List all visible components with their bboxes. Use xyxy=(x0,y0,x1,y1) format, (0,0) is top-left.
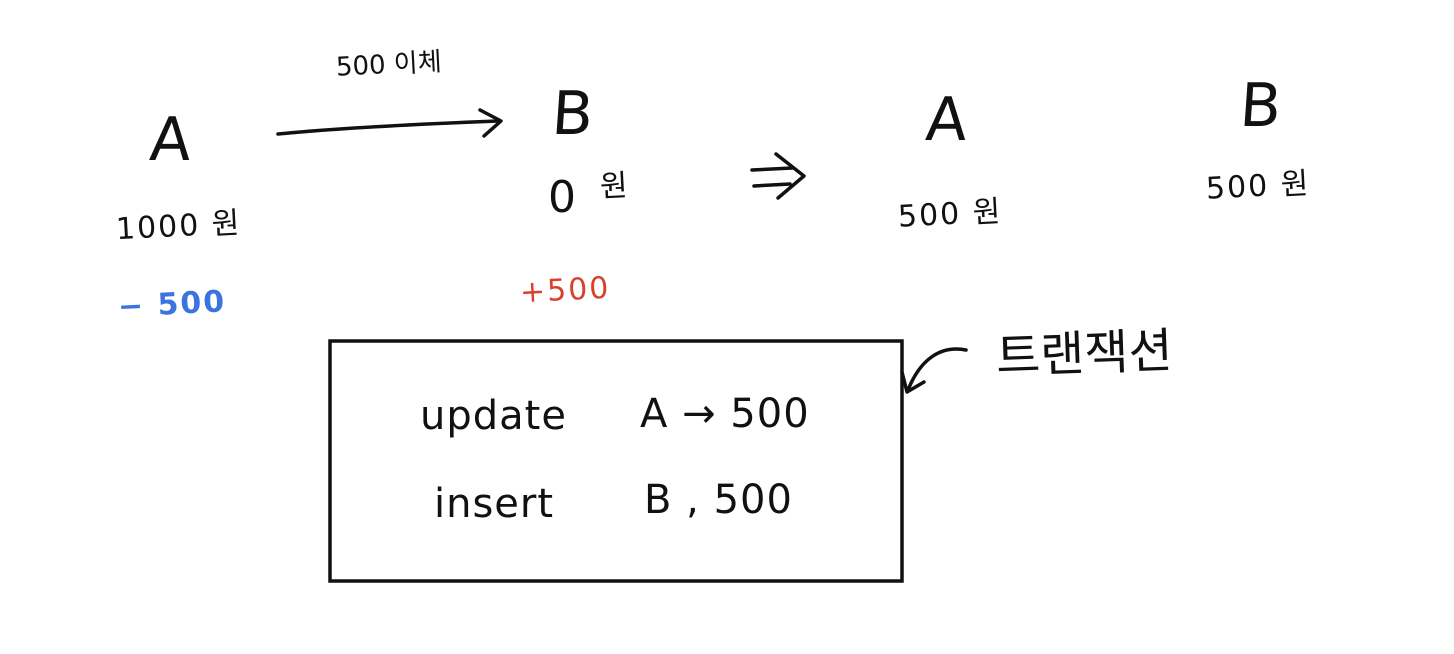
implies-arrow-head xyxy=(774,152,806,200)
transaction-pointer-arrow xyxy=(906,347,968,392)
implies-arrow-bottom xyxy=(752,182,792,188)
transfer-arrow xyxy=(276,119,500,136)
transaction-box xyxy=(328,339,904,583)
transaction-line2-target: B , 500 xyxy=(644,477,793,523)
transaction-line1-command: update xyxy=(420,393,567,439)
node-b-before-amount-unit: 원 xyxy=(599,168,631,205)
node-a-change: − 500 xyxy=(117,284,228,325)
implies-arrow-top xyxy=(750,166,794,172)
node-a-after: A xyxy=(923,85,970,155)
transaction-line1-target: A → 500 xyxy=(640,391,810,437)
node-a-after-amount: 500 원 xyxy=(897,194,1004,235)
node-b-after: B xyxy=(1237,71,1284,141)
node-a-before-amount: 1000 원 xyxy=(115,205,243,248)
node-a-before: A xyxy=(147,105,194,175)
transfer-label: 500 이체 xyxy=(335,47,443,83)
node-b-before: B xyxy=(549,79,596,149)
node-b-change: +500 xyxy=(519,270,612,311)
node-b-before-amount-value: 0 xyxy=(548,172,576,223)
transaction-label: 트랜잭션 xyxy=(995,322,1174,386)
transaction-line2-command: insert xyxy=(434,481,555,527)
diagram-canvas xyxy=(276,108,968,583)
node-b-after-amount: 500 원 xyxy=(1205,166,1312,207)
